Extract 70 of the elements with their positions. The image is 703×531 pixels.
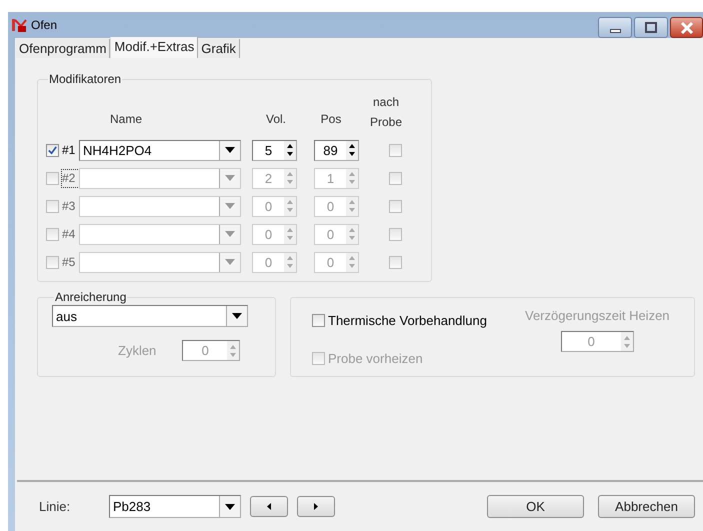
checkbox[interactable] <box>46 200 59 212</box>
tab[interactable]: Modif.+Extras <box>110 37 198 58</box>
row-label: #1 <box>62 142 76 158</box>
name-dropdown[interactable] <box>79 224 241 244</box>
spin-arrows-icon <box>229 344 238 358</box>
dialog-button[interactable]: OK <box>487 495 584 518</box>
caret-icon <box>225 203 235 209</box>
tab[interactable]: Ofenprogramm <box>16 39 110 58</box>
minimize-button[interactable] <box>598 17 632 38</box>
next-button[interactable] <box>297 496 335 517</box>
checkbox[interactable] <box>389 144 402 156</box>
window-title: Ofen <box>31 18 58 32</box>
column-header: Name <box>108 112 143 126</box>
checkbox[interactable] <box>389 256 402 268</box>
column-header: Pos <box>320 112 342 126</box>
spin-arrows-icon <box>286 171 294 185</box>
dialog-button[interactable]: Abbrechen <box>598 495 695 518</box>
column-header: Vol. <box>264 112 287 126</box>
checkbox-label: Thermische Vorbehandlung <box>328 313 487 328</box>
mode-dropdown[interactable]: aus <box>52 305 248 327</box>
app-icon <box>11 17 27 33</box>
caret-icon <box>225 175 235 181</box>
spin-arrows-icon <box>286 199 294 213</box>
name-dropdown[interactable] <box>79 252 241 272</box>
row-label: #3 <box>62 198 76 214</box>
checkbox[interactable] <box>389 172 402 184</box>
group-title: Modifikatoren <box>48 72 122 86</box>
right-arrow-icon <box>314 503 318 510</box>
spin-arrows-icon <box>286 143 294 157</box>
spin-arrows-icon <box>286 255 294 269</box>
row-label: #2 <box>62 170 79 186</box>
name-dropdown[interactable] <box>79 196 241 216</box>
column-header: nach Probe <box>368 94 404 131</box>
volume-spinbox[interactable]: 5 <box>252 140 297 160</box>
checkbox[interactable] <box>312 314 325 327</box>
delay-label: Verzögerungszeit Heizen <box>525 308 670 323</box>
previous-button[interactable] <box>250 496 288 517</box>
checkbox[interactable] <box>46 172 59 184</box>
left-arrow-icon <box>267 503 271 510</box>
checkbox[interactable] <box>46 144 59 156</box>
checkbox-label: Probe vorheizen <box>328 351 423 366</box>
line-dropdown[interactable]: Pb283 <box>109 495 241 518</box>
cycles-label: Zyklen <box>118 343 156 358</box>
caret-icon <box>225 231 235 237</box>
caret-icon <box>225 504 235 510</box>
caret-icon <box>225 147 235 153</box>
minimize-icon <box>610 29 620 33</box>
checkbox[interactable] <box>389 200 402 212</box>
caret-icon <box>225 259 235 265</box>
tab[interactable]: Grafik <box>198 39 240 58</box>
group-title: Anreicherung <box>54 290 128 304</box>
name-dropdown[interactable]: NH4H2PO4 <box>79 140 241 160</box>
checkbox[interactable] <box>46 256 59 268</box>
position-spinbox[interactable]: 89 <box>314 140 359 160</box>
close-button[interactable] <box>670 17 703 38</box>
spin-arrows-icon <box>622 334 631 348</box>
spin-arrows-icon <box>348 227 356 241</box>
checkbox[interactable] <box>46 228 59 240</box>
spin-arrows-icon <box>348 255 356 269</box>
spin-arrows-icon <box>348 199 356 213</box>
maximize-button[interactable] <box>634 17 668 38</box>
line-label: Linie: <box>39 499 72 514</box>
row-label: #4 <box>62 226 76 242</box>
checkbox[interactable] <box>389 228 402 240</box>
caret-icon <box>232 313 242 319</box>
row-label: #5 <box>62 254 76 270</box>
spin-arrows-icon <box>286 227 294 241</box>
spin-arrows-icon <box>348 143 356 157</box>
spin-arrows-icon <box>348 171 356 185</box>
name-dropdown[interactable] <box>79 168 241 188</box>
